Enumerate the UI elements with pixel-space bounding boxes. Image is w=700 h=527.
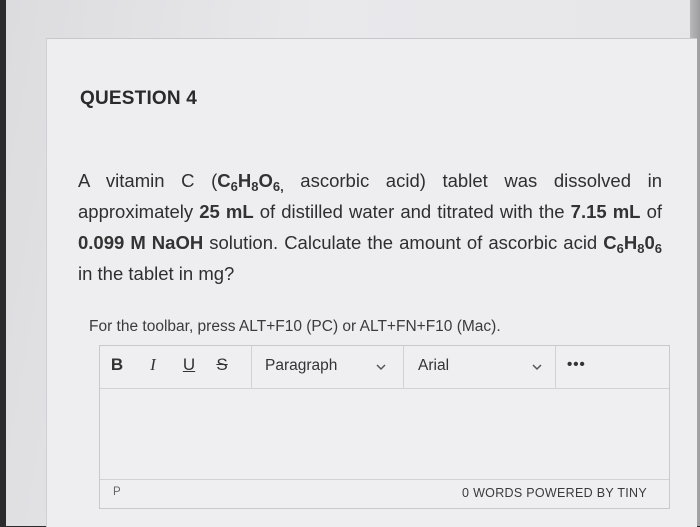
strikethrough-button[interactable]: S [211,355,233,375]
element-path[interactable]: P [113,486,121,498]
toolbar-divider [403,346,404,388]
font-family-dropdown[interactable]: Arial [418,357,449,375]
editor-toolbar: B I U S Paragraph Arial ••• [100,346,669,389]
rich-text-editor: B I U S Paragraph Arial ••• P 0 WORDS PO… [99,345,670,509]
formula-ascorbic-acid: C6H8O6, [217,170,284,194]
chevron-down-icon[interactable] [374,360,388,374]
naoh-volume: 7.15 mL [570,201,641,222]
editor-content-area[interactable] [100,389,669,479]
powered-by-link[interactable]: POWERED BY TINY [526,486,647,500]
formula-ascorbic-acid-2: C6H806 [603,232,663,256]
water-volume: 25 mL [199,201,254,222]
more-options-icon[interactable]: ••• [567,356,586,373]
underline-button[interactable]: U [178,355,200,375]
chevron-down-icon[interactable] [530,360,544,374]
toolbar-divider [555,346,556,388]
question-title: QUESTION 4 [80,88,198,109]
block-format-dropdown[interactable]: Paragraph [265,357,337,375]
naoh-concentration: 0.099 M NaOH [78,232,204,253]
bold-button[interactable]: B [106,355,128,375]
question-text: A vitamin C (C6H8O6, ascorbic acid) tabl… [78,170,663,284]
italic-button[interactable]: I [142,355,164,375]
toolbar-hint: For the toolbar, press ALT+F10 (PC) or A… [89,318,501,335]
toolbar-divider [251,346,252,388]
word-count: 0 WORDS POWERED BY TINY [462,486,647,500]
editor-statusbar: P 0 WORDS POWERED BY TINY [100,479,669,508]
